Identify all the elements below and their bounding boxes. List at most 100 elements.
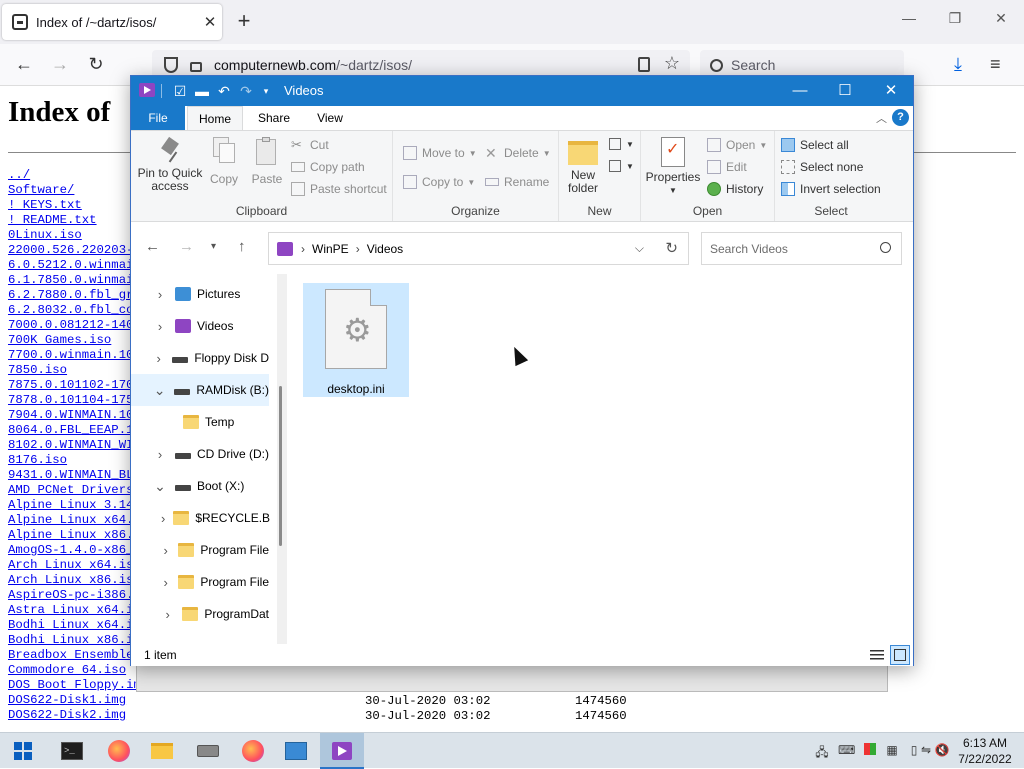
file-link[interactable]: Bodhi Linux x64.is [8, 618, 141, 633]
address-bar[interactable]: › WinPE › Videos ⌵ ↻ [268, 232, 689, 265]
file-link[interactable]: 6.2.7880.0.fbl_gr [8, 288, 141, 303]
tab-home[interactable]: Home [187, 106, 243, 130]
nav-item[interactable]: › Program File [131, 534, 269, 566]
address-dropdown-icon[interactable]: ⌵ [635, 241, 644, 256]
file-link[interactable]: 7000.0.081212-140 [8, 318, 141, 333]
file-link[interactable]: Alpine Linux 3.14 [8, 498, 141, 513]
delete-button[interactable]: ✕ Delete ▼ [485, 144, 551, 162]
move-to-button[interactable]: Move to ▼ [403, 144, 477, 162]
windows-tray-icon[interactable]: ▦ [884, 743, 900, 757]
nav-item[interactable]: › Program File [131, 566, 269, 598]
file-link[interactable]: 8064.0.FBL_EEAP.1 [8, 423, 141, 438]
file-link[interactable]: 8102.0.WINMAIN_WI [8, 438, 141, 453]
file-link[interactable]: 7904.0.WINMAIN.101 [8, 408, 141, 423]
file-link[interactable]: Commodore 64.iso [8, 663, 141, 678]
rename-button[interactable]: Rename [485, 173, 549, 191]
file-item[interactable]: ⚙ desktop.ini [303, 283, 409, 397]
file-link[interactable]: Arch Linux x86.iso [8, 573, 141, 588]
nav-item[interactable]: Temp [131, 406, 269, 438]
refresh-icon[interactable]: ↻ [665, 239, 678, 257]
chevron-right-icon[interactable]: › [153, 319, 167, 334]
file-link[interactable]: 22000.526.220203-1 [8, 243, 141, 258]
pin-quick-access-button[interactable]: Pin to Quick access [137, 136, 203, 193]
file-link[interactable]: Breadbox Ensemble [8, 648, 141, 663]
file-link[interactable]: Arch Linux x64.iso [8, 558, 141, 573]
chevron-right-icon[interactable]: › [161, 511, 165, 526]
file-link[interactable]: Alpine Linux x64. [8, 513, 141, 528]
tab-view[interactable]: View [307, 106, 353, 130]
open-button[interactable]: Open ▼ [707, 136, 767, 154]
file-link[interactable]: 7850.iso [8, 363, 141, 378]
new-tab-button[interactable]: + [232, 10, 256, 34]
chevron-right-icon[interactable]: › [161, 607, 174, 622]
copy-button[interactable]: Copy [205, 137, 243, 186]
recent-locations-icon[interactable]: ▾ [211, 241, 216, 252]
nav-item[interactable]: › Floppy Disk D [131, 342, 269, 374]
taskbar-file-explorer[interactable] [140, 733, 184, 769]
color-tray-icon[interactable] [862, 743, 878, 757]
nav-item[interactable]: › ProgramDat [131, 598, 269, 630]
file-link[interactable]: DOS622-Disk2.img [8, 708, 141, 723]
file-link[interactable]: 700K Games.iso [8, 333, 141, 348]
bookmark-star-icon[interactable]: ☆ [664, 53, 680, 74]
file-link[interactable]: Bodhi Linux x86.is [8, 633, 141, 648]
new-folder-button[interactable]: New folder [563, 137, 603, 195]
file-link[interactable]: AspireOS-pc-i386. [8, 588, 141, 603]
taskbar-network-tool[interactable] [274, 733, 318, 769]
file-link[interactable]: Software/ [8, 183, 141, 198]
redo-icon[interactable]: ↷ [237, 82, 255, 100]
start-button[interactable] [0, 733, 44, 769]
close-browser-button[interactable]: ✕ [986, 10, 1016, 34]
videos-app-icon[interactable] [139, 83, 155, 97]
file-link[interactable]: ! README.txt [8, 213, 141, 228]
file-link[interactable]: 9431.0.WINMAIN_BL [8, 468, 141, 483]
search-videos-input[interactable]: Search Videos [701, 232, 902, 265]
minimize-button[interactable]: — [777, 76, 823, 106]
properties-button[interactable]: ✓ Properties ▼ [645, 137, 701, 197]
breadcrumb-separator-icon[interactable]: › [356, 242, 360, 256]
new-folder-quick-icon[interactable]: ▬ [193, 82, 211, 100]
file-view[interactable]: ⚙ desktop.ini [291, 274, 913, 644]
chevron-down-icon[interactable]: ⌄ [153, 382, 166, 399]
file-link[interactable]: 7700.0.winmain.100 [8, 348, 141, 363]
copy-to-button[interactable]: Copy to ▼ [403, 173, 475, 191]
tab-share[interactable]: Share [251, 106, 297, 130]
minimize-browser-button[interactable]: — [894, 10, 924, 34]
edit-button[interactable]: Edit [707, 158, 747, 176]
scrollbar-thumb[interactable] [279, 386, 282, 546]
tab-file[interactable]: File [131, 106, 185, 130]
taskbar-firefox-2[interactable] [230, 733, 274, 769]
paste-button[interactable]: Paste [247, 137, 287, 186]
taskbar-firefox[interactable] [96, 733, 140, 769]
new-item-button[interactable]: ▼ [609, 135, 634, 153]
system-clock[interactable]: 6:13 AM 7/22/2022 [954, 735, 1016, 767]
file-link[interactable]: AMD PCNet Drivers [8, 483, 141, 498]
taskbar-command-prompt[interactable]: >_ [50, 733, 94, 769]
forward-button[interactable]: → [46, 53, 74, 77]
nav-item[interactable]: ⌄ RAMDisk (B:) [131, 374, 269, 406]
collapse-ribbon-icon[interactable]: ︿ [876, 110, 887, 126]
chevron-right-icon[interactable]: › [161, 575, 170, 590]
file-link[interactable]: 6.0.5212.0.winmain [8, 258, 141, 273]
chevron-right-icon[interactable]: › [153, 447, 167, 462]
keyboard-tray-icon[interactable]: ⌨ [838, 743, 855, 757]
copy-path-button[interactable]: Copy path [291, 158, 365, 176]
browser-tab[interactable]: Index of /~dartz/isos/ ✕ [2, 4, 222, 40]
undo-icon[interactable]: ↶ [215, 82, 233, 100]
file-link[interactable]: 7878.0.101104-175 [8, 393, 141, 408]
network-tray-icon[interactable]: 🖧 [814, 743, 830, 759]
file-link[interactable]: 8176.iso [8, 453, 141, 468]
file-link[interactable]: Astra Linux x64.is [8, 603, 141, 618]
nav-scrollbar[interactable] [277, 274, 287, 644]
file-link[interactable]: 7875.0.101102-170 [8, 378, 141, 393]
file-link[interactable]: Alpine Linux x86. [8, 528, 141, 543]
reader-view-icon[interactable] [638, 57, 650, 72]
back-button[interactable]: ← [10, 53, 38, 77]
chevron-right-icon[interactable]: › [161, 543, 170, 558]
downloads-icon[interactable]: ⤓ [954, 54, 962, 75]
invert-selection-button[interactable]: Invert selection [781, 180, 881, 198]
site-security-icon[interactable] [190, 62, 202, 72]
select-none-button[interactable]: Select none [781, 158, 863, 176]
maximize-button[interactable]: ☐ [822, 76, 868, 106]
easy-access-button[interactable]: ▼ [609, 157, 634, 175]
